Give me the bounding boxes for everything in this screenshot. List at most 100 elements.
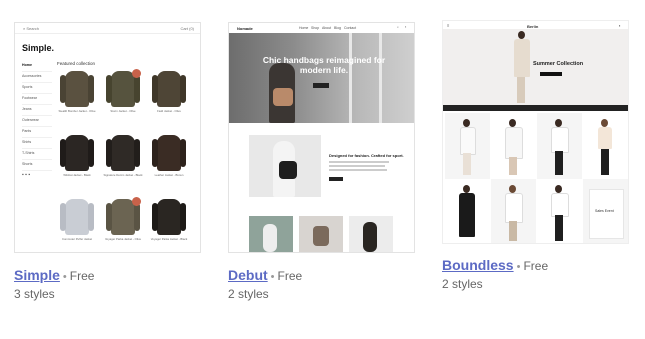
product-caption: Wildcat Jacket - Black <box>63 173 91 177</box>
product-figure <box>263 224 277 252</box>
product-card: Field Jacket - Olive <box>149 69 189 129</box>
jacket-sleeve <box>60 139 66 167</box>
hero-banner: Chic handbags reimagined for modern life… <box>229 33 414 123</box>
search-icon: ⌕ <box>397 25 399 29</box>
product-caption: Voyager Parka Jacket - Olive <box>104 237 142 241</box>
jacket-sleeve <box>152 75 158 103</box>
cart-icon: ▪ <box>405 25 407 29</box>
product-caption: Storm Jacket - Olive <box>110 109 136 113</box>
store-logo: Nomade <box>237 26 253 31</box>
theme-link-simple[interactable]: Simple <box>14 267 60 283</box>
figure-head <box>509 185 516 193</box>
feature-button <box>329 177 343 181</box>
feature-text-line <box>329 165 385 167</box>
handbag-image <box>273 88 293 106</box>
feature-title: Designed for fashion. Crafted for sport. <box>329 153 404 158</box>
product-figure <box>363 222 377 252</box>
product-card: Commuter Puffer Jacket <box>57 197 97 252</box>
product-cell: Sales Event <box>583 179 628 243</box>
sidebar-item: Jeans <box>22 105 52 116</box>
hero-headline: Chic handbags reimagined for modern life… <box>262 55 386 75</box>
product-cell <box>445 113 490 179</box>
product-cell <box>583 113 628 179</box>
figure-legs <box>509 221 517 241</box>
jacket-sleeve <box>134 75 140 103</box>
theme-name-row: Boundless • Free <box>442 257 548 273</box>
sale-badge <box>132 69 141 78</box>
jacket-image <box>65 135 89 171</box>
product-cell <box>491 179 536 243</box>
feature-bag <box>279 161 297 179</box>
search-label: Search <box>26 26 40 31</box>
theme-styles-count: 2 styles <box>442 277 483 291</box>
menu-icon: ≡ <box>447 23 450 28</box>
figure-head <box>518 31 525 39</box>
feature-text-line <box>329 169 387 171</box>
product-caption: Signature Denim Jacket - Black <box>103 173 143 177</box>
product-card: Leather Jacket - Brown <box>149 133 189 193</box>
jacket-sleeve <box>180 139 186 167</box>
store-header: ⌕ Search Cart (0) <box>15 23 200 34</box>
figure-body <box>505 127 523 159</box>
separator-dot: • <box>62 271 67 283</box>
theme-thumbnail-simple[interactable]: ⌕ Search Cart (0) Simple. Home Accessori… <box>14 22 201 253</box>
feature-image <box>249 135 321 197</box>
separator-dot: • <box>270 271 275 283</box>
jacket-sleeve <box>152 139 158 167</box>
theme-price: Free <box>69 269 95 283</box>
jacket-sleeve <box>106 203 112 231</box>
jacket-sleeve <box>60 203 66 231</box>
jacket-image <box>157 71 181 107</box>
theme-styles-count: 2 styles <box>228 287 269 301</box>
product-card: Voyager Parka Jacket - Olive <box>103 197 143 252</box>
sidebar-item: Shorts <box>22 160 52 171</box>
theme-styles-count: 3 styles <box>14 287 55 301</box>
figure-legs <box>463 153 471 175</box>
figure-head <box>463 185 470 193</box>
jacket-image <box>157 199 181 235</box>
figure-legs <box>555 215 563 241</box>
figure-legs <box>509 157 517 175</box>
theme-thumbnail-debut[interactable]: Nomade Home Shop About Blog Contact ⌕ ▪ … <box>228 22 415 253</box>
jacket-sleeve <box>88 75 94 103</box>
window-frame <box>349 33 352 123</box>
sidebar-item: Outerwear <box>22 116 52 127</box>
jacket-sleeve <box>134 203 140 231</box>
sidebar-item: T-Shirts <box>22 149 52 160</box>
product-thumb <box>249 216 293 252</box>
jacket-image <box>111 135 135 171</box>
nav-item: Shop <box>311 26 320 30</box>
jacket-sleeve <box>106 139 112 167</box>
separator-dot: • <box>516 261 521 273</box>
theme-thumbnail-boundless[interactable]: ≡ Berlin ▪ Summer Collection Sales Event <box>442 20 629 244</box>
theme-price: Free <box>277 269 303 283</box>
product-caption: Stealth Bomber Jacket - Olive <box>58 109 96 113</box>
social-icons: ▪ ▪ ▪ <box>22 172 31 178</box>
nav-item: Home <box>299 26 309 30</box>
category-bar <box>443 105 628 111</box>
product-cell <box>537 113 582 179</box>
theme-name-row: Debut • Free <box>228 267 302 283</box>
hero-banner: Summer Collection <box>443 29 628 105</box>
theme-link-boundless[interactable]: Boundless <box>442 257 514 273</box>
sidebar-item: Shirts <box>22 138 52 149</box>
section-title: Featured collection <box>57 61 96 66</box>
product-bag <box>313 226 329 246</box>
product-card: Wildcat Jacket - Black <box>57 133 97 193</box>
figure-body <box>459 193 475 237</box>
jacket-sleeve <box>106 75 112 103</box>
jacket-image <box>65 71 89 107</box>
sale-card <box>589 189 624 239</box>
product-cell <box>537 179 582 243</box>
jacket-image <box>157 135 181 171</box>
jacket-sleeve <box>88 203 94 231</box>
jacket-image <box>111 199 135 235</box>
search-icon: ⌕ Search <box>23 26 40 31</box>
sale-label: Sales Event <box>595 209 614 213</box>
theme-link-debut[interactable]: Debut <box>228 267 268 283</box>
jacket-sleeve <box>134 139 140 167</box>
jacket-sleeve <box>88 139 94 167</box>
jacket-sleeve <box>180 203 186 231</box>
jacket-sleeve <box>152 203 158 231</box>
figure-body <box>505 193 523 223</box>
